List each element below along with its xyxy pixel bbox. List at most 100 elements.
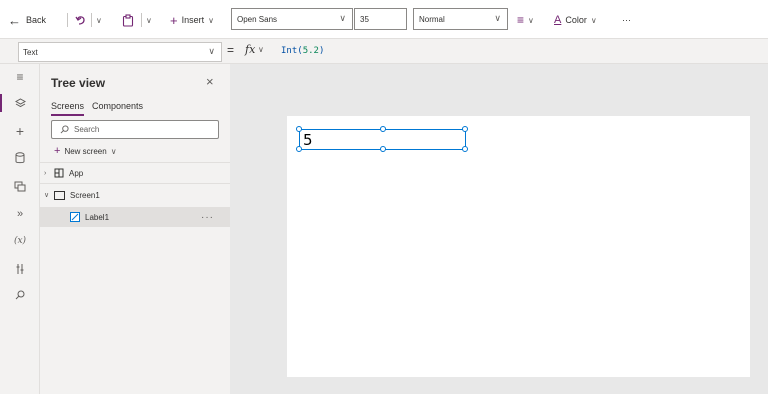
resize-handle[interactable] [380, 126, 386, 132]
app-icon [54, 168, 64, 178]
property-value: Text [23, 47, 38, 57]
align-button[interactable]: ≡ ∨ [517, 10, 534, 30]
tree-item-app[interactable]: › App [40, 163, 230, 183]
clipboard-icon [122, 13, 134, 27]
equals-sign: = [227, 43, 235, 57]
label-control[interactable]: 5 [296, 126, 468, 152]
plus-icon: + [15, 123, 25, 139]
chevron-down-icon: ∨ [494, 13, 501, 23]
tab-components[interactable]: Components [92, 101, 143, 116]
chevron-down-icon[interactable]: ∨ [258, 45, 264, 54]
arrow-left-icon: ← [8, 12, 21, 28]
insert-label: Insert [181, 15, 205, 25]
formula-close-paren: ) [318, 46, 325, 56]
layers-icon [14, 97, 26, 107]
chevron-down-icon: ∨ [208, 46, 215, 56]
font-size-value: 35 [360, 14, 369, 24]
tree-view-button[interactable] [0, 92, 40, 114]
plus-icon: + [54, 145, 61, 157]
label-icon [70, 212, 80, 222]
media-button[interactable] [0, 175, 40, 197]
paste-dropdown[interactable]: ∨ [146, 10, 152, 30]
screen-icon [54, 190, 65, 200]
new-screen-label: New screen [64, 146, 107, 156]
search-rail-button[interactable] [0, 284, 40, 306]
menu-button[interactable]: ≡ [0, 66, 40, 88]
formula-input[interactable]: Int(5.2) [281, 46, 324, 56]
left-rail: ≡ + » (x) [0, 64, 40, 394]
tree-item-label: App [69, 168, 84, 178]
resize-handle[interactable] [296, 146, 302, 152]
chevron-down-icon: ∨ [590, 15, 597, 25]
formula-function: Int( [281, 46, 303, 56]
chevron-down-icon: ∨ [339, 13, 346, 23]
data-button[interactable] [0, 147, 40, 169]
divider [40, 183, 230, 184]
command-bar: ← Back ∨ ∨ + Insert ∨ Open Sans ∨ 35 Nor… [0, 0, 768, 38]
resize-handle[interactable] [380, 146, 386, 152]
advanced-tools-button[interactable] [0, 258, 40, 280]
search-placeholder: Search [74, 125, 100, 134]
label-text: 5 [303, 131, 313, 149]
more-options-icon[interactable]: ··· [201, 212, 214, 223]
insert-button[interactable]: + Insert ∨ [170, 10, 214, 30]
canvas-area: 5 [230, 64, 768, 394]
plus-icon: + [170, 12, 178, 28]
tree-item-screen1[interactable]: ∨ Screen1 [40, 185, 230, 205]
tab-screens[interactable]: Screens [51, 101, 85, 116]
fx-button[interactable]: fx [245, 43, 255, 56]
formula-argument: 5.2 [302, 46, 319, 56]
font-weight-value: Normal [419, 14, 445, 24]
app-screen[interactable]: 5 [287, 116, 750, 377]
more-commands-button[interactable]: ··· [622, 10, 631, 30]
property-select[interactable]: Text ∨ [18, 42, 222, 62]
chevron-down-icon: ∨ [96, 15, 102, 25]
tree-item-label: Screen1 [70, 190, 100, 200]
more-icon: ··· [622, 15, 631, 25]
paste-button[interactable] [122, 10, 134, 30]
undo-icon [75, 16, 85, 25]
new-screen-button[interactable]: + New screen ∨ [54, 145, 117, 157]
resize-handle[interactable] [462, 126, 468, 132]
variables-button[interactable]: (x) [0, 230, 40, 252]
resize-handle[interactable] [462, 146, 468, 152]
tree-view-title: Tree view [51, 76, 106, 90]
formula-bar: Text ∨ = fx ∨ Int(5.2) [0, 38, 768, 64]
tree-item-label: Label1 [85, 212, 110, 222]
search-input[interactable]: Search [51, 120, 219, 139]
color-label: Color [565, 15, 587, 25]
toolbar-divider [141, 13, 142, 27]
align-icon: ≡ [517, 13, 525, 27]
search-icon [15, 290, 25, 300]
undo-dropdown[interactable]: ∨ [96, 10, 102, 30]
back-button[interactable]: ← Back [8, 10, 46, 30]
hamburger-icon: ≡ [16, 70, 24, 84]
chevron-down-icon: ∨ [110, 146, 117, 156]
variables-icon: (x) [13, 236, 27, 246]
tools-icon [16, 264, 24, 274]
font-weight-select[interactable]: Normal ∨ [413, 8, 508, 30]
close-icon[interactable]: × [206, 74, 214, 89]
font-family-select[interactable]: Open Sans ∨ [231, 8, 353, 30]
back-label: Back [26, 15, 47, 25]
toolbar-divider [91, 13, 92, 27]
chevron-down-icon: ∨ [146, 15, 152, 25]
chevron-down-icon: ∨ [44, 192, 50, 199]
font-family-value: Open Sans [237, 14, 278, 24]
flow-icon: » [16, 208, 24, 220]
chevron-right-icon: › [44, 169, 47, 177]
resize-handle[interactable] [296, 126, 302, 132]
insert-rail-button[interactable]: + [0, 120, 40, 142]
font-size-input[interactable]: 35 [354, 8, 407, 30]
tree-view-tabs: Screens Components [51, 101, 143, 116]
tree-view-pane: Tree view × Screens Components Search + … [40, 64, 230, 394]
chevron-down-icon: ∨ [528, 15, 534, 25]
power-automate-button[interactable]: » [0, 203, 40, 225]
database-icon [15, 152, 25, 164]
color-button[interactable]: A Color ∨ [554, 10, 597, 30]
media-icon [14, 181, 26, 191]
tree-item-label1[interactable]: Label1 ··· [40, 207, 230, 227]
undo-button[interactable] [75, 10, 87, 30]
search-icon [60, 125, 69, 134]
text-color-icon: A [554, 14, 562, 26]
